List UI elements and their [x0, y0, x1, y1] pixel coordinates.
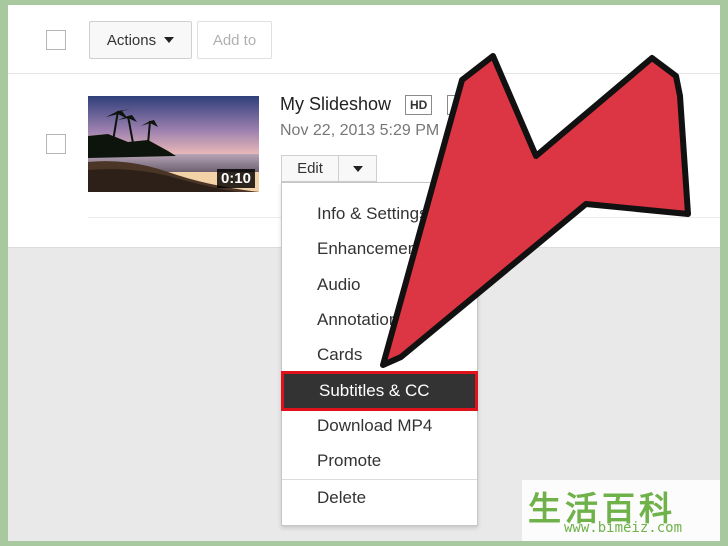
watermark: 生活百科 www.bimeiz.com — [522, 480, 720, 541]
pointer-arrow-icon — [380, 53, 691, 368]
watermark-url: www.bimeiz.com — [564, 520, 683, 536]
